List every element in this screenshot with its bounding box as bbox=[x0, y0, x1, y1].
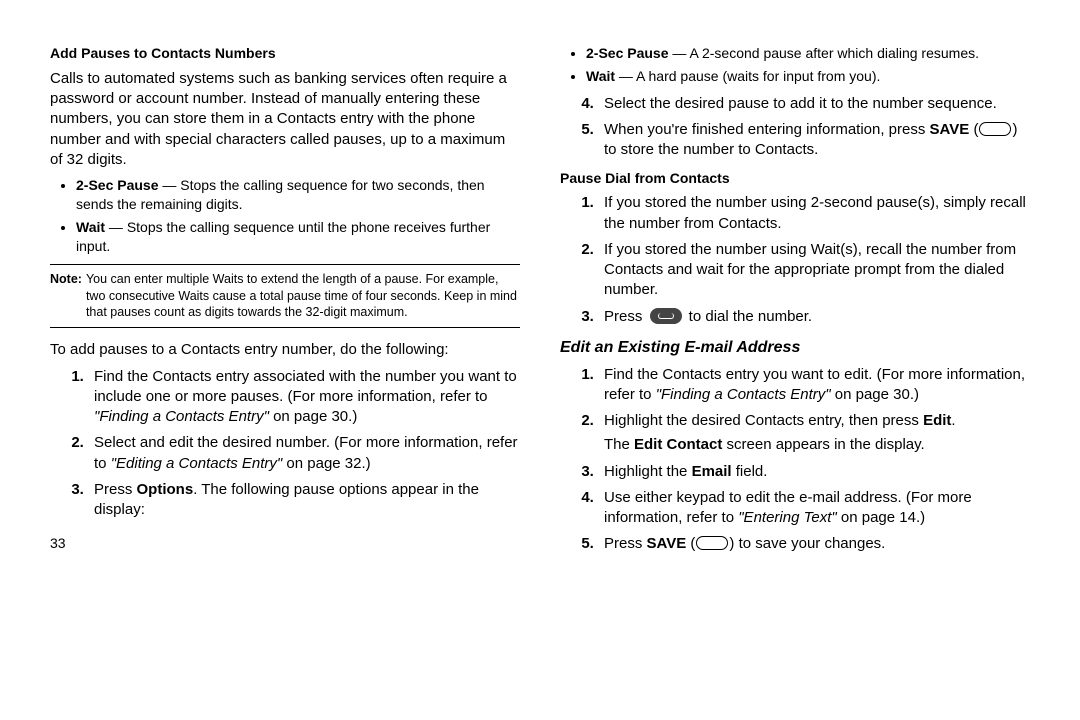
pause-options-list: 2-Sec Pause — A 2-second pause after whi… bbox=[560, 44, 1030, 86]
add-pauses-steps-cont: Select the desired pause to add it to th… bbox=[560, 94, 1030, 161]
list-item: 2-Sec Pause — A 2-second pause after whi… bbox=[586, 44, 1030, 63]
list-item: Wait — Stops the calling sequence until … bbox=[76, 218, 520, 256]
edit-email-steps: Find the Contacts entry you want to edit… bbox=[560, 365, 1030, 555]
bullet-text: — A hard pause (waits for input from you… bbox=[615, 68, 880, 84]
bullet-label: 2-Sec Pause bbox=[586, 45, 669, 61]
cross-ref: "Entering Text" bbox=[738, 509, 836, 526]
cross-ref: "Finding a Contacts Entry" bbox=[656, 386, 831, 403]
intro-paragraph: Calls to automated systems such as banki… bbox=[50, 69, 520, 170]
edit-contact-label: Edit Contact bbox=[634, 436, 722, 453]
list-item: If you stored the number using Wait(s), … bbox=[598, 240, 1030, 301]
pause-types-list: 2-Sec Pause — Stops the calling sequence… bbox=[50, 176, 520, 256]
pause-dial-steps: If you stored the number using 2-second … bbox=[560, 193, 1030, 327]
manual-page: Add Pauses to Contacts Numbers Calls to … bbox=[0, 0, 1080, 583]
section-heading-edit-email: Edit an Existing E-mail Address bbox=[560, 337, 1030, 359]
sub-line: The Edit Contact screen appears in the d… bbox=[604, 435, 1030, 455]
email-field-label: Email bbox=[692, 463, 732, 480]
send-key-icon bbox=[650, 308, 682, 324]
section-heading-add-pauses: Add Pauses to Contacts Numbers bbox=[50, 44, 520, 63]
bullet-text: — A 2-second pause after which dialing r… bbox=[669, 45, 980, 61]
options-label: Options bbox=[137, 481, 194, 498]
list-item: Select and edit the desired number. (For… bbox=[88, 433, 520, 474]
list-item: Press Options. The following pause optio… bbox=[88, 480, 520, 521]
note-label: Note: bbox=[50, 271, 86, 322]
list-item: If you stored the number using 2-second … bbox=[598, 193, 1030, 234]
softkey-icon bbox=[696, 536, 728, 550]
softkey-icon bbox=[979, 122, 1011, 136]
save-label: SAVE bbox=[647, 535, 687, 552]
bullet-label: Wait bbox=[76, 219, 105, 235]
bullet-label: 2-Sec Pause bbox=[76, 177, 159, 193]
list-item: Press to dial the number. bbox=[598, 307, 1030, 327]
list-item: Highlight the Email field. bbox=[598, 462, 1030, 482]
bullet-text: — Stops the calling sequence until the p… bbox=[76, 219, 490, 254]
bullet-label: Wait bbox=[586, 68, 615, 84]
left-column: Add Pauses to Contacts Numbers Calls to … bbox=[50, 44, 520, 563]
list-item: 2-Sec Pause — Stops the calling sequence… bbox=[76, 176, 520, 214]
list-item: Press SAVE () to save your changes. bbox=[598, 534, 1030, 554]
cross-ref: "Finding a Contacts Entry" bbox=[94, 408, 269, 425]
list-item: Use either keypad to edit the e-mail add… bbox=[598, 488, 1030, 529]
list-item: Select the desired pause to add it to th… bbox=[598, 94, 1030, 114]
lead-sentence: To add pauses to a Contacts entry number… bbox=[50, 340, 520, 360]
list-item: Find the Contacts entry you want to edit… bbox=[598, 365, 1030, 406]
page-number: 33 bbox=[50, 534, 520, 553]
list-item: Find the Contacts entry associated with … bbox=[88, 367, 520, 428]
list-item: Highlight the desired Contacts entry, th… bbox=[598, 411, 1030, 456]
note-text: You can enter multiple Waits to extend t… bbox=[86, 271, 520, 322]
edit-label: Edit bbox=[923, 412, 951, 429]
note-box: Note: You can enter multiple Waits to ex… bbox=[50, 264, 520, 329]
right-column: 2-Sec Pause — A 2-second pause after whi… bbox=[560, 44, 1030, 563]
list-item: When you're finished entering informatio… bbox=[598, 120, 1030, 161]
save-label: SAVE bbox=[930, 121, 970, 138]
cross-ref: "Editing a Contacts Entry" bbox=[111, 455, 283, 472]
section-heading-pause-dial: Pause Dial from Contacts bbox=[560, 169, 1030, 188]
list-item: Wait — A hard pause (waits for input fro… bbox=[586, 67, 1030, 86]
add-pauses-steps: Find the Contacts entry associated with … bbox=[50, 367, 520, 521]
